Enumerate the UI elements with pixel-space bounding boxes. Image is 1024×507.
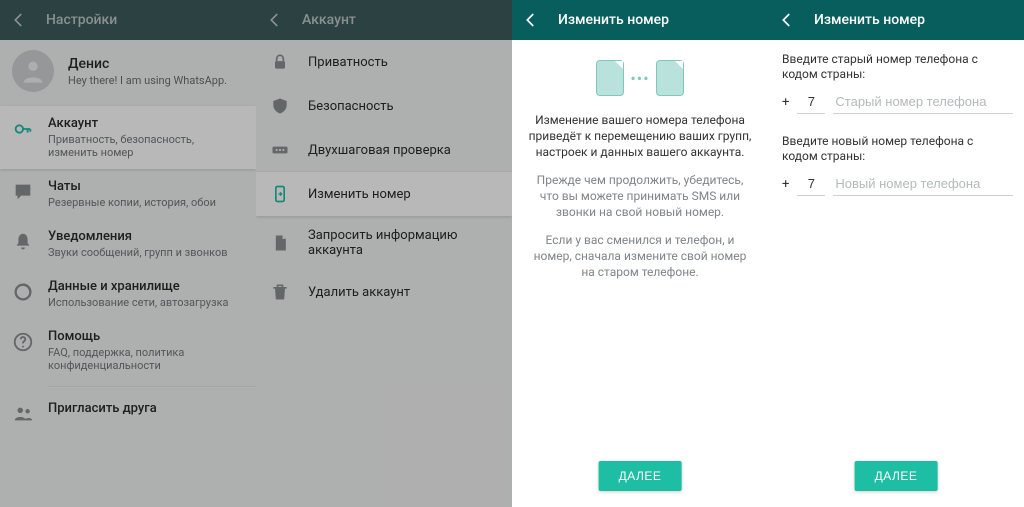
- twostep-icon: [270, 140, 290, 160]
- data-usage-icon: [12, 281, 34, 303]
- change-number-header: Изменить номер: [768, 0, 1024, 40]
- account-title: Аккаунт: [302, 12, 356, 28]
- shield-icon: [270, 96, 290, 116]
- new-country-code-input[interactable]: [797, 172, 825, 196]
- settings-item-data[interactable]: Данные и хранилище Использование сети, а…: [0, 269, 256, 319]
- bell-icon: [12, 231, 34, 253]
- item-label: Удалить аккаунт: [308, 285, 410, 300]
- trash-icon: [270, 282, 290, 302]
- change-number-title: Изменить номер: [814, 12, 925, 28]
- change-number-title: Изменить номер: [558, 12, 669, 28]
- phone-swap-icon: [270, 184, 290, 204]
- old-country-code-input[interactable]: [797, 90, 825, 114]
- item-sub: Звуки сообщений, групп и звонков: [48, 246, 244, 259]
- settings-item-help[interactable]: Помощь FAQ, поддержка, политика конфиден…: [0, 319, 256, 382]
- info-paragraph-3: Если у вас сменился и телефон, и номер, …: [512, 232, 768, 292]
- back-arrow-icon[interactable]: [10, 11, 28, 29]
- plus-sign: +: [782, 177, 789, 196]
- item-label: Приватность: [308, 55, 388, 70]
- sim-card-icon: [656, 60, 684, 96]
- account-item-request-info[interactable]: Запросить информацию аккаунта: [256, 216, 512, 270]
- item-title: Аккаунт: [48, 116, 244, 131]
- info-paragraph-1: Изменение вашего номера телефона приведё…: [512, 112, 768, 172]
- person-icon: [19, 57, 47, 85]
- settings-item-account[interactable]: Аккаунт Приватность, безопасность, измен…: [0, 106, 256, 169]
- profile-row[interactable]: Денис Hey there! I am using WhatsApp.: [0, 40, 256, 106]
- back-arrow-icon[interactable]: [266, 11, 284, 29]
- old-phone-input[interactable]: [833, 90, 1013, 114]
- avatar: [12, 50, 54, 92]
- document-icon: [270, 233, 290, 253]
- plus-sign: +: [782, 95, 789, 114]
- chat-icon: [12, 181, 34, 203]
- new-number-label: Введите новый номер телефона с кодом стр…: [782, 134, 1010, 164]
- divider: [48, 386, 256, 387]
- account-item-change-number[interactable]: Изменить номер: [256, 172, 512, 216]
- profile-status: Hey there! I am using WhatsApp.: [68, 74, 227, 87]
- item-title: Уведомления: [48, 229, 244, 244]
- account-item-delete[interactable]: Удалить аккаунт: [256, 270, 512, 314]
- item-title: Помощь: [48, 329, 244, 344]
- change-number-form-screen: Изменить номер Введите старый номер теле…: [768, 0, 1024, 507]
- key-icon: [12, 118, 34, 140]
- settings-item-chats[interactable]: Чаты Резервные копии, история, обои: [0, 169, 256, 219]
- next-button[interactable]: ДАЛЕЕ: [855, 461, 938, 491]
- old-number-label: Введите старый номер телефона с кодом ст…: [782, 52, 1010, 82]
- change-number-info-screen: Изменить номер ••• Изменение вашего номе…: [512, 0, 768, 507]
- account-header: Аккаунт: [256, 0, 512, 40]
- dots-icon: •••: [630, 69, 649, 88]
- settings-title: Настройки: [46, 12, 117, 28]
- item-sub: FAQ, поддержка, политика конфиденциально…: [48, 346, 244, 372]
- next-button[interactable]: ДАЛЕЕ: [599, 461, 682, 491]
- item-label: Изменить номер: [308, 187, 411, 202]
- new-phone-input[interactable]: [833, 172, 1013, 196]
- item-title: Чаты: [48, 179, 244, 194]
- item-sub: Резервные копии, история, обои: [48, 196, 244, 209]
- account-item-twostep[interactable]: Двухшаговая проверка: [256, 128, 512, 172]
- settings-item-notifications[interactable]: Уведомления Звуки сообщений, групп и зво…: [0, 219, 256, 269]
- back-arrow-icon[interactable]: [522, 11, 540, 29]
- account-screen: Аккаунт Приватность Безопасность Двухшаг…: [256, 0, 512, 507]
- info-paragraph-2: Прежде чем продолжить, убедитесь, что вы…: [512, 172, 768, 232]
- item-label: Безопасность: [308, 99, 394, 114]
- back-arrow-icon[interactable]: [778, 11, 796, 29]
- item-label: Двухшаговая проверка: [308, 143, 451, 158]
- profile-name: Денис: [68, 56, 227, 72]
- settings-item-invite[interactable]: Пригласить друга: [0, 391, 256, 435]
- lock-icon: [270, 52, 290, 72]
- sim-card-icon: [596, 60, 624, 96]
- help-icon: [12, 331, 34, 353]
- item-label: Запросить информацию аккаунта: [308, 228, 498, 258]
- item-title: Данные и хранилище: [48, 279, 244, 294]
- settings-screen: Настройки Денис Hey there! I am using Wh…: [0, 0, 256, 507]
- item-title: Пригласить друга: [48, 401, 244, 416]
- change-number-header: Изменить номер: [512, 0, 768, 40]
- people-icon: [12, 403, 34, 425]
- sim-swap-illustration: •••: [512, 40, 768, 112]
- item-sub: Приватность, безопасность, изменить номе…: [48, 133, 244, 159]
- account-item-security[interactable]: Безопасность: [256, 84, 512, 128]
- settings-header: Настройки: [0, 0, 256, 40]
- account-item-privacy[interactable]: Приватность: [256, 40, 512, 84]
- item-sub: Использование сети, автозагрузка: [48, 296, 244, 309]
